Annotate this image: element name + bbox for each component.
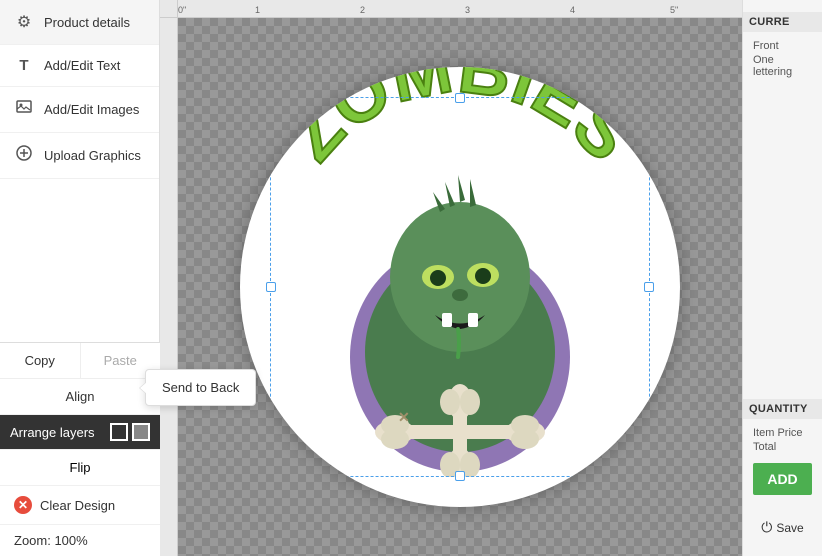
ruler-mark-5: 5" bbox=[670, 5, 678, 15]
text-icon: T bbox=[14, 57, 34, 74]
main-canvas-area: 0" 1 2 3 4 5" ↺ bbox=[160, 0, 742, 556]
add-button[interactable]: ADD bbox=[753, 463, 812, 495]
handle-bottom-right[interactable] bbox=[644, 471, 654, 481]
flip-label: Flip bbox=[70, 460, 91, 475]
current-label: CURRE bbox=[749, 16, 790, 28]
handle-top-right[interactable] bbox=[644, 93, 654, 103]
flip-button[interactable]: Flip bbox=[0, 450, 160, 486]
arrange-layers-button[interactable]: Arrange layers bbox=[0, 415, 160, 450]
quantity-section-header: Quantity bbox=[743, 399, 822, 419]
quantity-label: Quantity bbox=[749, 403, 808, 415]
ruler-mark-0: 0" bbox=[178, 5, 186, 15]
gear-icon: ⚙ bbox=[14, 12, 34, 32]
save-icon: ⏻ bbox=[761, 519, 772, 536]
left-sidebar: ⚙ Product details T Add/Edit Text Add/Ed… bbox=[0, 0, 160, 556]
ruler-mark-3: 3 bbox=[465, 5, 470, 15]
sidebar-item-label: Product details bbox=[44, 15, 130, 30]
sidebar-item-add-edit-text[interactable]: T Add/Edit Text bbox=[0, 45, 159, 87]
sidebar-item-product-details[interactable]: ⚙ Product details bbox=[0, 0, 159, 45]
delete-handle[interactable]: 🗑 bbox=[634, 74, 654, 94]
send-to-back-label: Send to Back bbox=[162, 380, 239, 395]
copy-paste-row: Copy Paste bbox=[0, 343, 160, 379]
handle-mid-left[interactable] bbox=[266, 282, 276, 292]
quantity-section: Quantity Item Price Total ADD bbox=[753, 399, 812, 495]
align-label: Align bbox=[66, 389, 95, 404]
arrange-layers-label: Arrange layers bbox=[10, 425, 95, 440]
layer-square-back[interactable] bbox=[110, 423, 128, 441]
align-button[interactable]: Align bbox=[0, 379, 160, 415]
sidebar-item-label: Add/Edit Text bbox=[44, 58, 120, 73]
save-label: Save bbox=[776, 521, 803, 535]
current-section-header: CURRE bbox=[743, 12, 822, 32]
sidebar-item-add-edit-images[interactable]: Add/Edit Images bbox=[0, 87, 159, 133]
handle-mid-right[interactable] bbox=[644, 282, 654, 292]
zombie-content: ↺ 🗑 ZOMBIES bbox=[240, 67, 680, 507]
copy-button[interactable]: Copy bbox=[0, 343, 81, 378]
right-panel: CURRE Front One lettering Quantity Item … bbox=[742, 0, 822, 556]
canvas-area[interactable]: ↺ 🗑 ZOMBIES bbox=[178, 18, 742, 556]
handle-bottom-left[interactable] bbox=[266, 471, 276, 481]
layer-square-front[interactable] bbox=[132, 423, 150, 441]
item-price-label: Item Price bbox=[753, 427, 812, 439]
sidebar-item-label: Add/Edit Images bbox=[44, 102, 139, 117]
front-value: Front bbox=[753, 40, 812, 52]
lettering-value: One lettering bbox=[753, 54, 812, 78]
sidebar-item-upload-graphics[interactable]: Upload Graphics bbox=[0, 133, 159, 179]
zoom-row: Zoom: 100% bbox=[0, 525, 160, 556]
zombie-character: ✕ bbox=[320, 157, 600, 477]
upload-icon bbox=[14, 145, 34, 166]
ruler-marks: 0" 1 2 3 4 5" bbox=[160, 0, 742, 17]
clear-icon: ✕ bbox=[14, 496, 32, 514]
save-button[interactable]: ⏻ Save bbox=[753, 511, 812, 544]
clear-design-button[interactable]: ✕ Clear Design bbox=[0, 486, 160, 525]
send-to-back-tooltip[interactable]: Send to Back bbox=[145, 369, 256, 406]
ruler-mark-4: 4 bbox=[570, 5, 575, 15]
image-icon bbox=[14, 99, 34, 120]
arrange-squares bbox=[110, 423, 150, 441]
current-section: CURRE Front One lettering bbox=[753, 12, 812, 80]
design-circle: ↺ 🗑 ZOMBIES bbox=[240, 67, 680, 507]
bottom-toolbar: Copy Paste Align Arrange layers Flip ✕ C… bbox=[0, 342, 160, 556]
clear-design-label: Clear Design bbox=[40, 498, 115, 513]
ruler-corner bbox=[160, 0, 178, 18]
ruler-mark-1: 1 bbox=[255, 5, 260, 15]
zoom-label: Zoom: 100% bbox=[14, 533, 88, 548]
ruler-mark-2: 2 bbox=[360, 5, 365, 15]
ruler-left bbox=[160, 18, 178, 556]
total-label: Total bbox=[753, 441, 812, 453]
ruler-top: 0" 1 2 3 4 5" bbox=[160, 0, 742, 18]
svg-text:✕: ✕ bbox=[398, 409, 410, 425]
sidebar-item-label: Upload Graphics bbox=[44, 148, 141, 163]
